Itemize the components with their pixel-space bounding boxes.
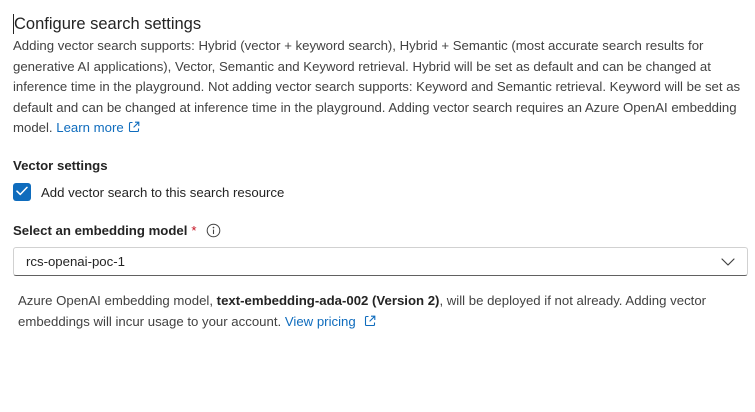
embedding-model-dropdown[interactable]: rcs-openai-poc-1 [13,247,748,276]
external-link-icon [128,119,140,140]
view-pricing-label: View pricing [284,314,356,329]
chevron-down-icon [721,257,735,266]
description-paragraph: Adding vector search supports: Hybrid (v… [13,36,750,140]
external-link-icon [364,312,376,333]
vector-settings-label: Vector settings [13,158,108,173]
embedding-model-selected-value: rcs-openai-poc-1 [26,254,125,269]
embedding-model-label: Select an embedding model [13,222,188,238]
embedding-model-label-row: Select an embedding model * [13,221,221,239]
add-vector-search-label[interactable]: Add vector search to this search resourc… [41,185,284,200]
view-pricing-link[interactable]: View pricing [285,314,376,329]
learn-more-label: Learn more [56,120,124,135]
deployment-note-prefix: Azure OpenAI embedding model, [18,293,217,308]
checkmark-icon [16,183,28,201]
page-title: Configure search settings [13,14,202,34]
required-marker: * [191,222,197,238]
add-vector-search-checkbox[interactable] [13,183,31,201]
add-vector-search-checkbox-row[interactable]: Add vector search to this search resourc… [13,181,284,203]
deployment-note: Azure OpenAI embedding model, text-embed… [18,290,738,333]
learn-more-link[interactable]: Learn more [56,120,140,135]
info-icon[interactable] [206,223,221,238]
embedding-model-name: text-embedding-ada-002 (Version 2) [216,293,440,308]
